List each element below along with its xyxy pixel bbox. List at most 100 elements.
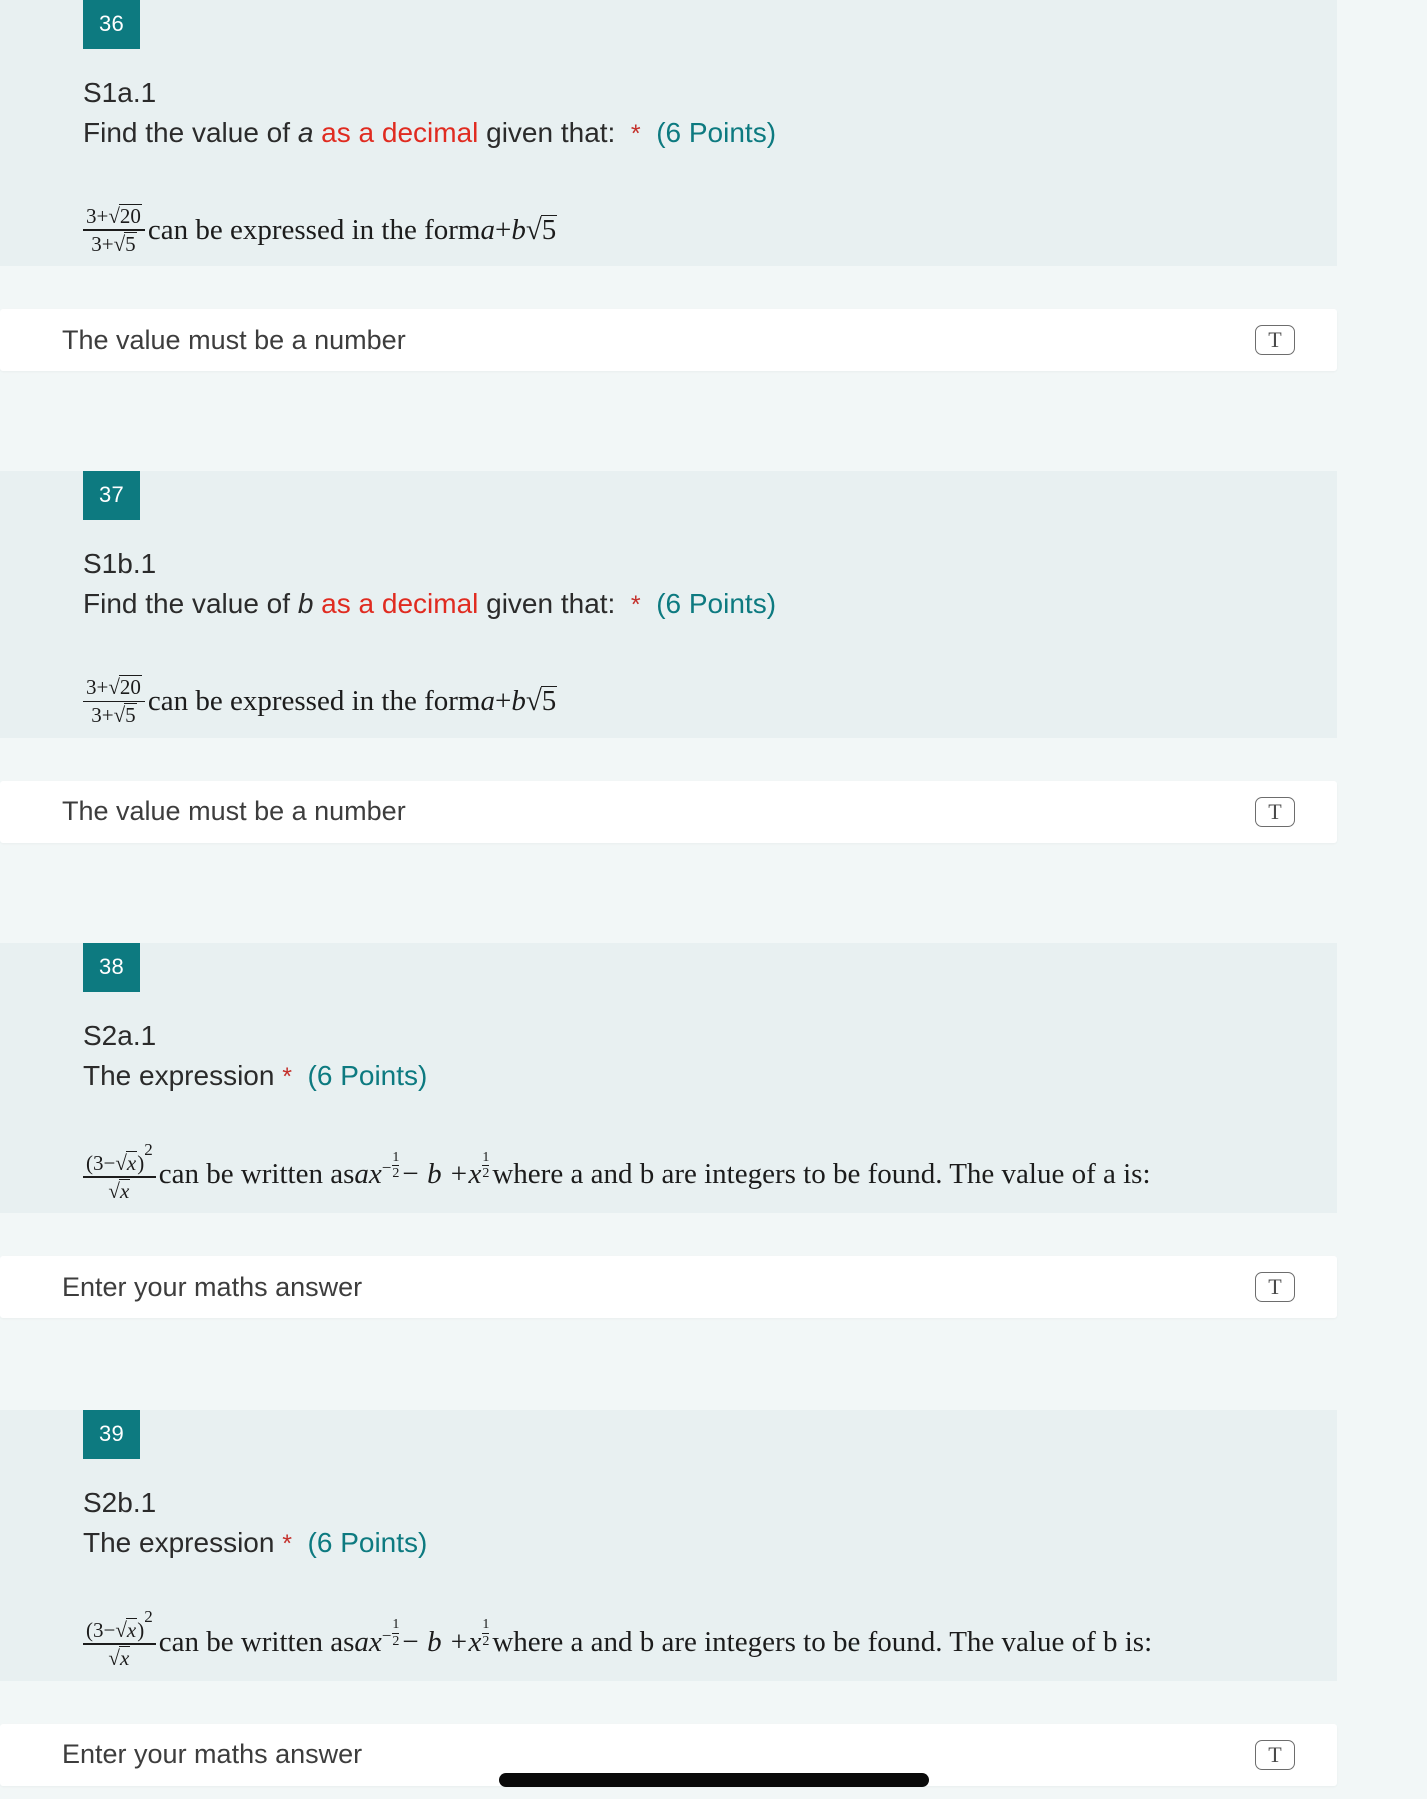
required-asterisk: * bbox=[282, 1530, 292, 1559]
sqrt-radicand: x bbox=[118, 1178, 131, 1203]
text-format-icon[interactable]: T bbox=[1255, 1739, 1295, 1770]
math-text-mid: can be written as bbox=[158, 1625, 355, 1658]
sqrt-radicand: 5 bbox=[540, 214, 558, 247]
prompt-before: Find the value of bbox=[83, 588, 298, 620]
fraction-denominator: 3+√5 bbox=[88, 702, 139, 728]
points-label: (6 Points) bbox=[307, 1527, 428, 1559]
sqrt-icon: √5 bbox=[525, 214, 558, 247]
home-indicator-bar bbox=[498, 1773, 929, 1787]
exponent-numerator: 1 bbox=[482, 1617, 490, 1633]
math-expression: (3−√x)2 √x can be written as ax − 12 − b… bbox=[0, 1140, 1337, 1204]
question-title: S1a.1 bbox=[83, 77, 157, 108]
exponent-fraction: 12 bbox=[392, 1150, 400, 1182]
fraction-denominator: √x bbox=[105, 1645, 133, 1671]
math-term-x: x bbox=[468, 1625, 482, 1658]
question-title: S2b.1 bbox=[83, 1487, 157, 1519]
math-coefficient: ax bbox=[354, 1158, 382, 1191]
question-title: S2a.1 bbox=[83, 1019, 157, 1051]
answer-input-placeholder[interactable]: Enter your maths answer bbox=[40, 1272, 362, 1303]
sqrt-icon: √x bbox=[115, 1150, 138, 1175]
prompt-before: The expression bbox=[83, 1527, 275, 1559]
required-asterisk: * bbox=[630, 119, 641, 148]
exponent-denominator: 2 bbox=[482, 1166, 490, 1182]
sqrt-radicand: x bbox=[125, 1617, 138, 1642]
math-text-end: where a and b are integers to be found. … bbox=[492, 1158, 1151, 1191]
prompt-after: given that: bbox=[478, 588, 616, 620]
math-plus: + bbox=[494, 684, 512, 717]
question-title: S1b.1 bbox=[83, 548, 157, 580]
math-text-after: can be expressed in the form bbox=[147, 213, 481, 246]
text-format-icon[interactable]: T bbox=[1255, 796, 1295, 827]
text-format-icon[interactable]: T bbox=[1255, 1272, 1295, 1303]
question-scroll-container[interactable]: 36 S1a.1 Find the value of a as a decima… bbox=[0, 0, 1427, 1786]
math-expression: 3+√20 3+√5 can be expressed in the form … bbox=[0, 675, 1337, 728]
form-page: 36 S1a.1 Find the value of a as a decima… bbox=[0, 0, 1427, 1799]
fraction-denominator: 3+√5 bbox=[88, 231, 139, 257]
denominator-lead: 3+ bbox=[91, 231, 114, 256]
sqrt-radicand: x bbox=[118, 1645, 131, 1670]
math-plus: + bbox=[494, 213, 512, 246]
sqrt-radicand: x bbox=[125, 1150, 138, 1175]
question-number-badge: 36 bbox=[83, 0, 141, 49]
question-prompt-panel: 39 S2b.1 The expression * (6 Points) (3−… bbox=[0, 1410, 1337, 1681]
question-block-36: 36 S1a.1 Find the value of a as a decima… bbox=[0, 0, 1337, 372]
points-label: (6 Points) bbox=[656, 116, 777, 148]
math-minus-b: − b + bbox=[400, 1158, 469, 1191]
fraction-numerator: 3+√20 bbox=[83, 675, 145, 701]
exponent-sign: − bbox=[381, 1158, 392, 1178]
answer-input-row[interactable]: Enter your maths answer T bbox=[0, 1256, 1337, 1319]
math-var-b: b bbox=[511, 213, 526, 246]
required-asterisk: * bbox=[282, 1062, 292, 1091]
points-label: (6 Points) bbox=[307, 1059, 428, 1091]
exponent-sign: − bbox=[381, 1625, 392, 1645]
question-prompt-line: The expression * (6 Points) bbox=[83, 1057, 1297, 1095]
question-block-38: 38 S2a.1 The expression * (6 Points) (3−… bbox=[0, 942, 1337, 1319]
fraction: (3−√x)2 √x bbox=[83, 1140, 156, 1204]
question-prompt-panel: 36 S1a.1 Find the value of a as a decima… bbox=[0, 0, 1337, 267]
prompt-after: given that: bbox=[478, 116, 616, 148]
exponent-fraction: 12 bbox=[482, 1617, 490, 1649]
exponent-numerator: 1 bbox=[392, 1617, 400, 1633]
question-block-37: 37 S1b.1 Find the value of b as a decima… bbox=[0, 471, 1337, 843]
math-expression: (3−√x)2 √x can be written as ax − 12 − b… bbox=[0, 1607, 1337, 1671]
math-term-x: x bbox=[468, 1158, 482, 1191]
sqrt-icon: √x bbox=[108, 1645, 131, 1670]
sqrt-icon: √5 bbox=[113, 231, 137, 256]
answer-input-row[interactable]: The value must be a number T bbox=[0, 309, 1337, 372]
exponent-denominator: 2 bbox=[392, 1166, 400, 1182]
exponent-denominator: 2 bbox=[392, 1633, 400, 1649]
question-prompt-line: Find the value of b as a decimal given t… bbox=[83, 585, 1297, 623]
question-prompt-line: Find the value of a as a decimal given t… bbox=[83, 114, 1297, 152]
fraction-numerator: (3−√x)2 bbox=[83, 1607, 156, 1644]
question-prompt-line: The expression * (6 Points) bbox=[83, 1524, 1297, 1562]
prompt-before: The expression bbox=[83, 1059, 275, 1091]
exponent-fraction: 12 bbox=[392, 1617, 400, 1649]
numerator-power: 2 bbox=[144, 1139, 153, 1159]
numerator-lead: 3+ bbox=[86, 203, 109, 228]
sqrt-icon: √20 bbox=[108, 203, 142, 228]
math-minus-b: − b + bbox=[400, 1625, 469, 1658]
sqrt-icon: √x bbox=[115, 1617, 138, 1642]
numerator-open: (3− bbox=[86, 1150, 116, 1175]
required-asterisk: * bbox=[630, 591, 641, 620]
answer-input-placeholder[interactable]: The value must be a number bbox=[40, 796, 406, 827]
exponent-denominator: 2 bbox=[482, 1633, 490, 1649]
answer-input-placeholder[interactable]: Enter your maths answer bbox=[40, 1739, 362, 1770]
sqrt-icon: √5 bbox=[525, 685, 558, 718]
prompt-variable: b bbox=[297, 588, 314, 620]
points-label: (6 Points) bbox=[656, 588, 777, 620]
fraction-denominator: √x bbox=[105, 1178, 133, 1204]
fraction: (3−√x)2 √x bbox=[83, 1607, 156, 1671]
text-format-icon[interactable]: T bbox=[1255, 325, 1295, 356]
answer-input-row[interactable]: The value must be a number T bbox=[0, 780, 1337, 843]
math-text-mid: can be written as bbox=[158, 1158, 355, 1191]
answer-input-placeholder[interactable]: The value must be a number bbox=[40, 325, 406, 356]
fraction-numerator: 3+√20 bbox=[83, 203, 145, 230]
math-coefficient: ax bbox=[354, 1625, 382, 1658]
sqrt-icon: √20 bbox=[108, 675, 142, 700]
question-prompt-panel: 37 S1b.1 Find the value of b as a decima… bbox=[0, 471, 1337, 738]
prompt-before: Find the value of bbox=[83, 116, 298, 148]
math-text-end: where a and b are integers to be found. … bbox=[492, 1625, 1153, 1658]
